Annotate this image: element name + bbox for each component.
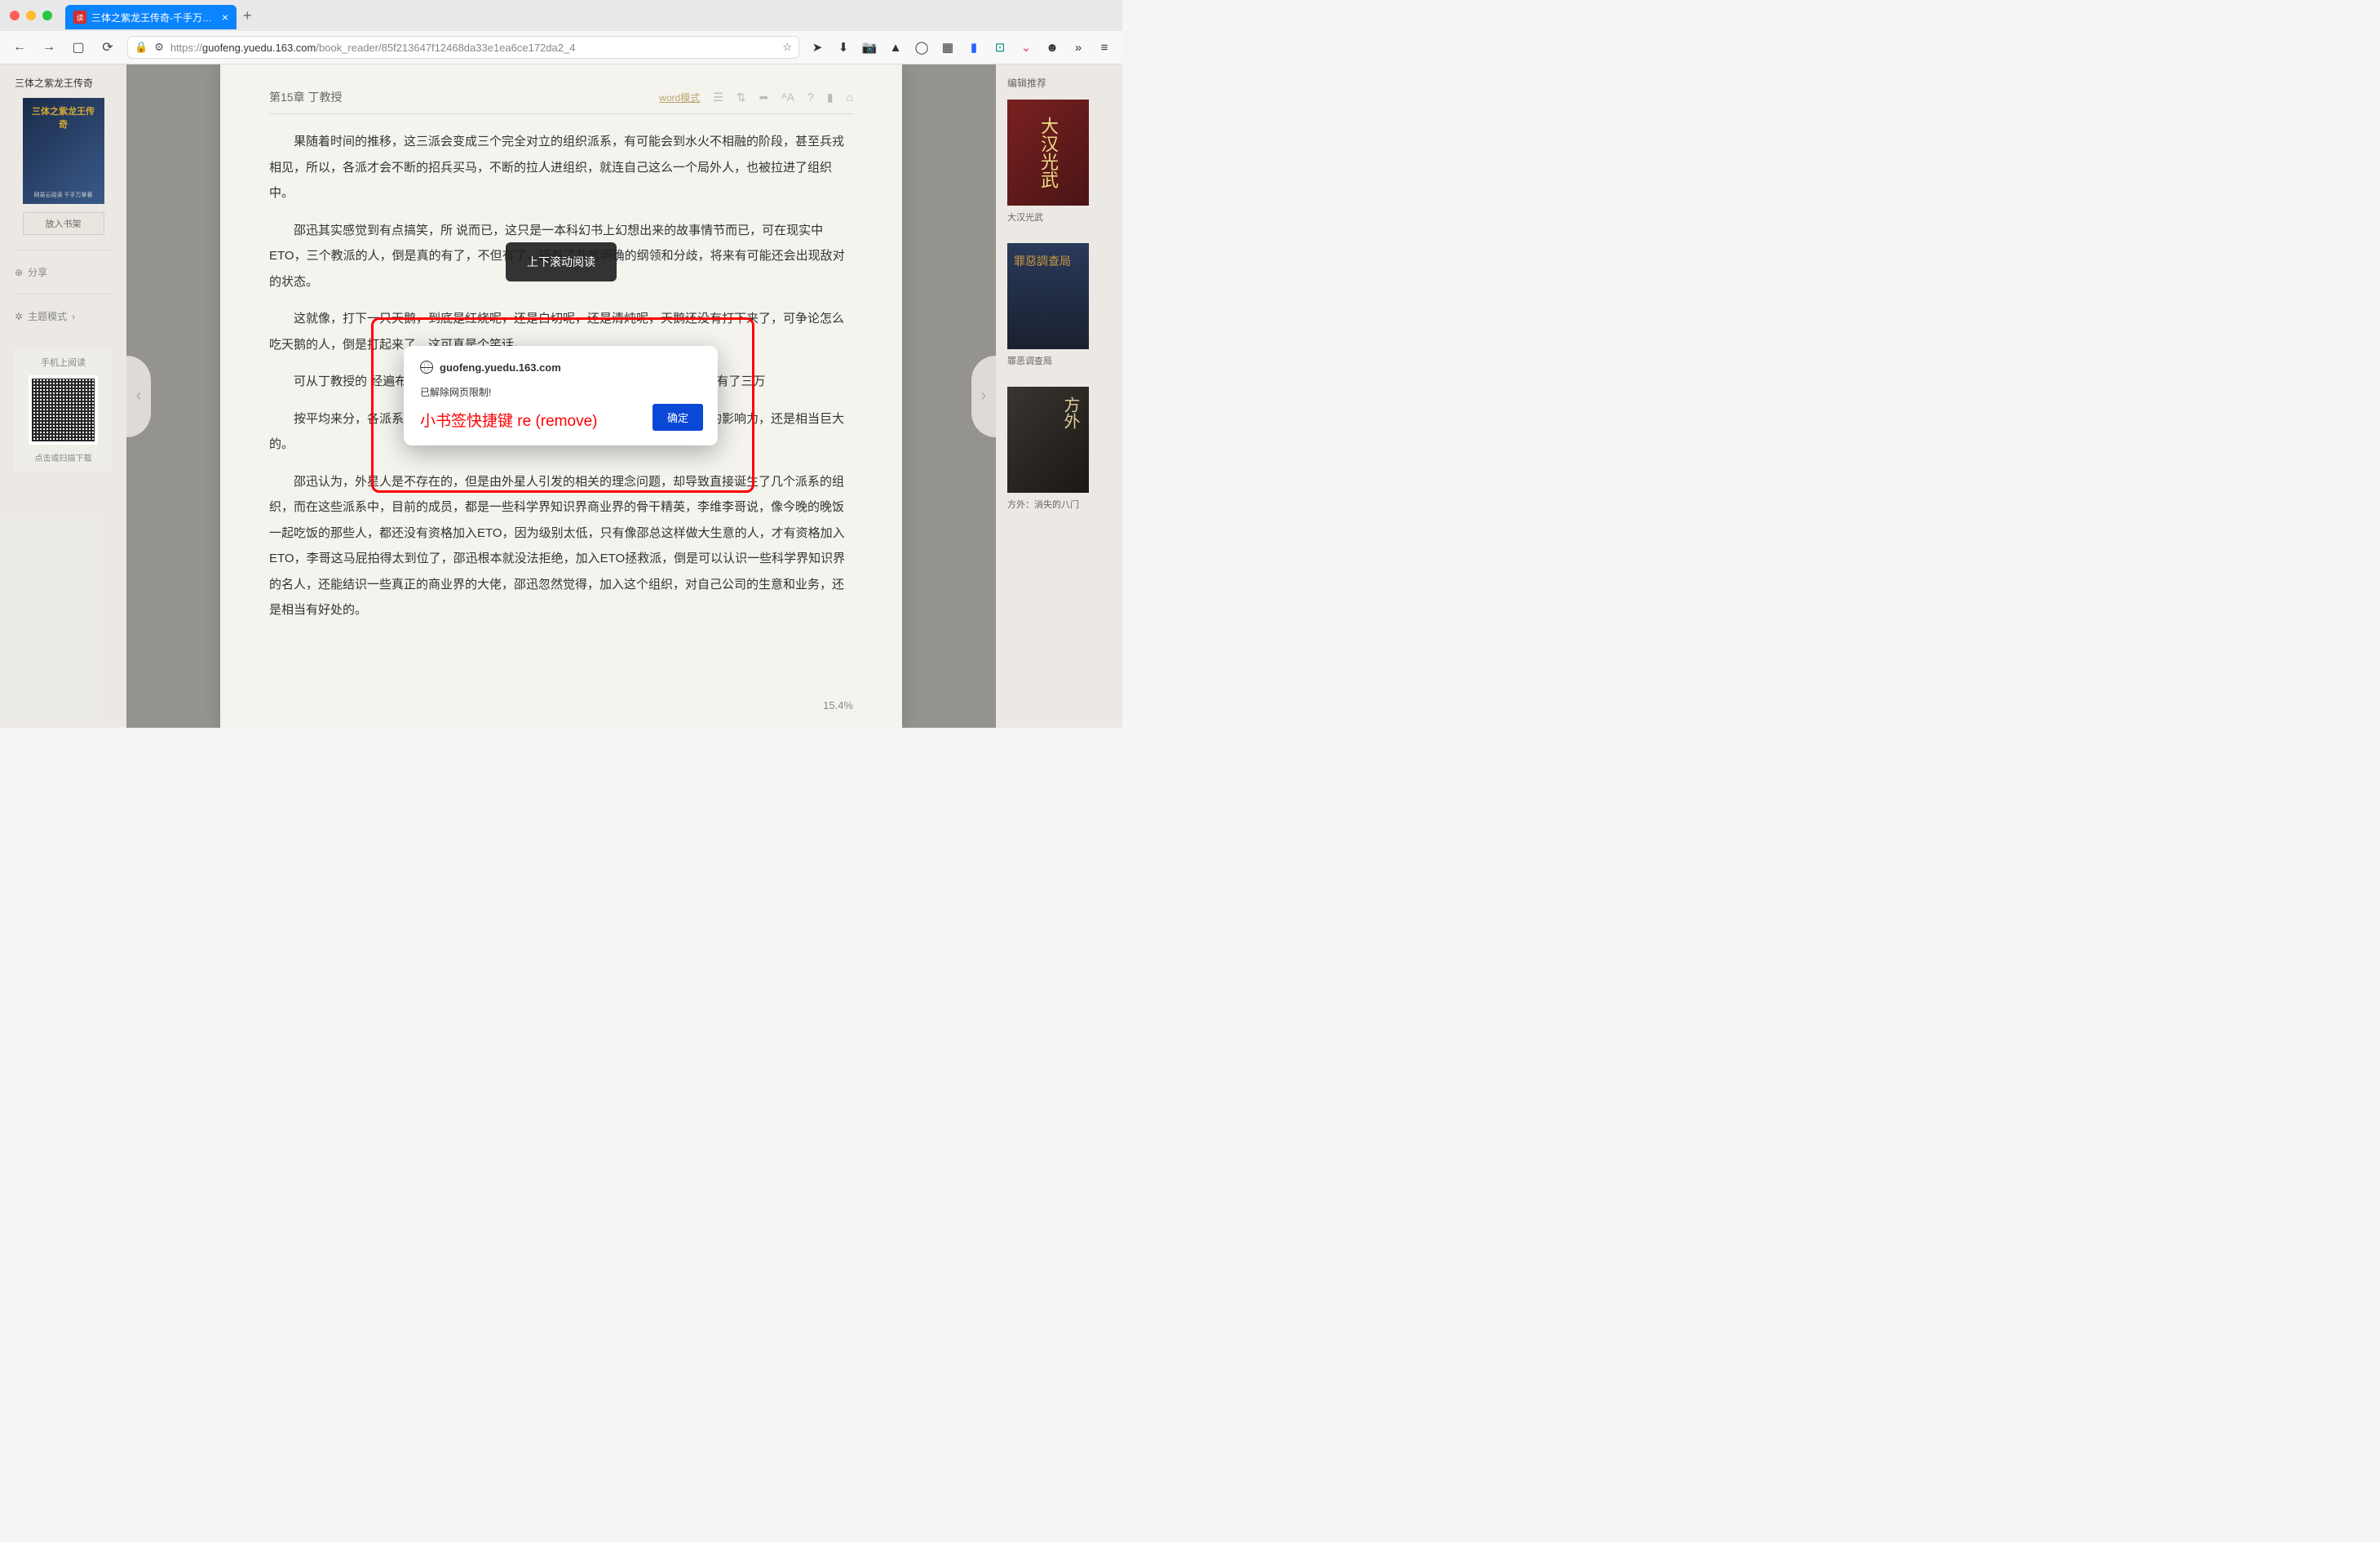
mobile-read-title: 手机上阅读 (23, 356, 104, 369)
back-button[interactable]: ← (10, 38, 29, 57)
alert-dialog: guofeng.yuedu.163.com 已解除网页限制! 小书签快捷键 re… (404, 346, 718, 445)
recommend-item[interactable]: 罪惡調查局 罪恶调查局 (1007, 243, 1111, 367)
downloads-icon[interactable]: ⬇ (835, 39, 852, 55)
recommend-cover: 罪惡調查局 (1007, 243, 1089, 349)
alert-message-1: 已解除网页限制! (420, 385, 701, 399)
sidebar-toggle-button[interactable]: ▢ (69, 38, 88, 57)
cover-text: 方外 (1059, 397, 1082, 429)
download-hint: 点击或扫描下载 (23, 451, 104, 463)
theme-mode-button[interactable]: ✲ 主题模式 › (15, 309, 112, 323)
sidebar-book-title: 三体之紫龙王传奇 (15, 76, 112, 90)
updown-icon[interactable]: ⇅ (737, 91, 746, 104)
share-button[interactable]: ⊕ 分享 (15, 265, 112, 279)
progress-text: 15.4% (823, 699, 853, 711)
recommend-cover: 大汉光武 (1007, 100, 1089, 206)
recommend-title: 编辑推荐 (1007, 76, 1111, 90)
next-page-button[interactable]: › (971, 356, 996, 437)
camera-icon[interactable]: 📷 (861, 39, 878, 55)
right-sidebar: 编辑推荐 大汉光武 大汉光武 罪惡調查局 罪恶调查局 方外 方外：消失的八门 (996, 64, 1122, 728)
url-protocol: https:// (170, 42, 202, 54)
tab-close-button[interactable]: × (222, 11, 228, 24)
home-icon[interactable]: ⌂ (847, 91, 853, 104)
sidebar-book-cover[interactable]: 三体之紫龙王传奇 网易云阅读 千手万掌著 (23, 98, 104, 204)
ext-icon-8[interactable]: ⊡ (992, 39, 1008, 55)
recommend-cover: 方外 (1007, 387, 1089, 493)
recommend-label: 大汉光武 (1007, 210, 1111, 224)
chapter-header: 第15章 丁教授 word模式 ☰ ⇅ ➦ ᴬA ? ▮ ⌂ (269, 89, 853, 114)
scroll-tooltip: 上下滚动阅读 (506, 242, 617, 281)
share-label: 分享 (28, 265, 47, 279)
ext-icon-7[interactable]: ▮ (966, 39, 982, 55)
divider (15, 294, 112, 295)
ext-icon-5[interactable]: ◯ (914, 39, 930, 55)
tab-favicon: 读 (73, 11, 86, 24)
recommend-item[interactable]: 大汉光武 大汉光武 (1007, 100, 1111, 224)
pocket-icon[interactable]: ⌄ (1018, 39, 1034, 55)
page-viewport: 三体之紫龙王传奇 三体之紫龙王传奇 网易云阅读 千手万掌著 放入书架 ⊕ 分享 ✲… (0, 64, 1122, 728)
menu-icon[interactable]: ≡ (1096, 39, 1113, 55)
cover-text: 罪惡調查局 (1014, 253, 1071, 269)
paragraph: 邵迅认为，外星人是不存在的，但是由外星人引发的相关的理念问题，却导致直接诞生了几… (269, 469, 853, 623)
add-to-shelf-button[interactable]: 放入书架 (23, 212, 104, 235)
qr-code[interactable] (29, 375, 98, 445)
forward-button[interactable]: → (39, 38, 59, 57)
traffic-lights (10, 11, 52, 20)
alert-origin: guofeng.yuedu.163.com (420, 361, 701, 374)
overflow-icon[interactable]: » (1070, 39, 1086, 55)
chevron-right-icon: › (72, 311, 75, 322)
url-bar[interactable]: 🔒 ⚙ https://guofeng.yuedu.163.com/book_r… (127, 36, 799, 59)
browser-toolbar: ← → ▢ ⟳ 🔒 ⚙ https://guofeng.yuedu.163.co… (0, 31, 1122, 64)
bookmark-star-icon[interactable]: ☆ (782, 41, 792, 54)
left-sidebar: 三体之紫龙王传奇 三体之紫龙王传奇 网易云阅读 千手万掌著 放入书架 ⊕ 分享 ✲… (0, 64, 126, 728)
mobile-read-panel: 手机上阅读 点击或扫描下载 (15, 348, 112, 472)
theme-label: 主题模式 (28, 309, 67, 323)
browser-tab[interactable]: 读 三体之紫龙王传奇-千手万掌-免费阅 × (65, 5, 237, 29)
word-mode-link[interactable]: word模式 (659, 91, 700, 104)
chapter-title: 第15章 丁教授 (269, 89, 342, 105)
reader-toolbar: word模式 ☰ ⇅ ➦ ᴬA ? ▮ ⌂ (659, 91, 853, 104)
share-icon: ⊕ (15, 267, 23, 278)
recommend-label: 罪恶调查局 (1007, 354, 1111, 367)
help-icon[interactable]: ? (807, 91, 814, 104)
alert-ok-button[interactable]: 确定 (653, 404, 703, 431)
cover-text: 三体之紫龙王传奇 (29, 104, 98, 131)
ext-icon-6[interactable]: ▦ (940, 39, 956, 55)
site-settings-icon: ⚙ (154, 41, 164, 54)
prev-page-button[interactable]: ‹ (126, 356, 151, 437)
minimize-window-button[interactable] (26, 11, 36, 20)
new-tab-button[interactable]: + (243, 7, 252, 24)
cover-subtitle: 网易云阅读 千手万掌著 (23, 191, 104, 199)
font-size-icon[interactable]: ᴬA (781, 91, 794, 104)
ext-icon-4[interactable]: ▲ (887, 39, 904, 55)
reload-button[interactable]: ⟳ (98, 38, 117, 57)
ext-icon-10[interactable]: ☻ (1044, 39, 1060, 55)
alert-origin-text: guofeng.yuedu.163.com (440, 361, 561, 374)
recommend-label: 方外：消失的八门 (1007, 498, 1111, 511)
ext-icon-1[interactable]: ➤ (809, 39, 825, 55)
recommend-item[interactable]: 方外 方外：消失的八门 (1007, 387, 1111, 511)
maximize-window-button[interactable] (42, 11, 52, 20)
titlebar: 读 三体之紫龙王传奇-千手万掌-免费阅 × + (0, 0, 1122, 31)
url-domain: guofeng.yuedu.163.com (202, 42, 316, 54)
extension-icons: ➤ ⬇ 📷 ▲ ◯ ▦ ▮ ⊡ ⌄ ☻ » ≡ (809, 39, 1113, 55)
globe-icon (420, 361, 433, 374)
paragraph: 果随着时间的推移，这三派会变成三个完全对立的组织派系，有可能会到水火不相融的阶段… (269, 129, 853, 206)
url-path: /book_reader/85f213647f12468da33e1ea6ce1… (316, 42, 575, 54)
gear-icon: ✲ (15, 311, 23, 322)
share-arrow-icon[interactable]: ➦ (759, 91, 769, 104)
browser-chrome: 读 三体之紫龙王传奇-千手万掌-免费阅 × + ← → ▢ ⟳ 🔒 ⚙ http… (0, 0, 1122, 64)
list-icon[interactable]: ☰ (713, 91, 723, 104)
lock-icon: 🔒 (135, 41, 148, 54)
bookmark-icon[interactable]: ▮ (827, 91, 834, 104)
tab-title: 三体之紫龙王传奇-千手万掌-免费阅 (91, 11, 217, 24)
close-window-button[interactable] (10, 11, 20, 20)
